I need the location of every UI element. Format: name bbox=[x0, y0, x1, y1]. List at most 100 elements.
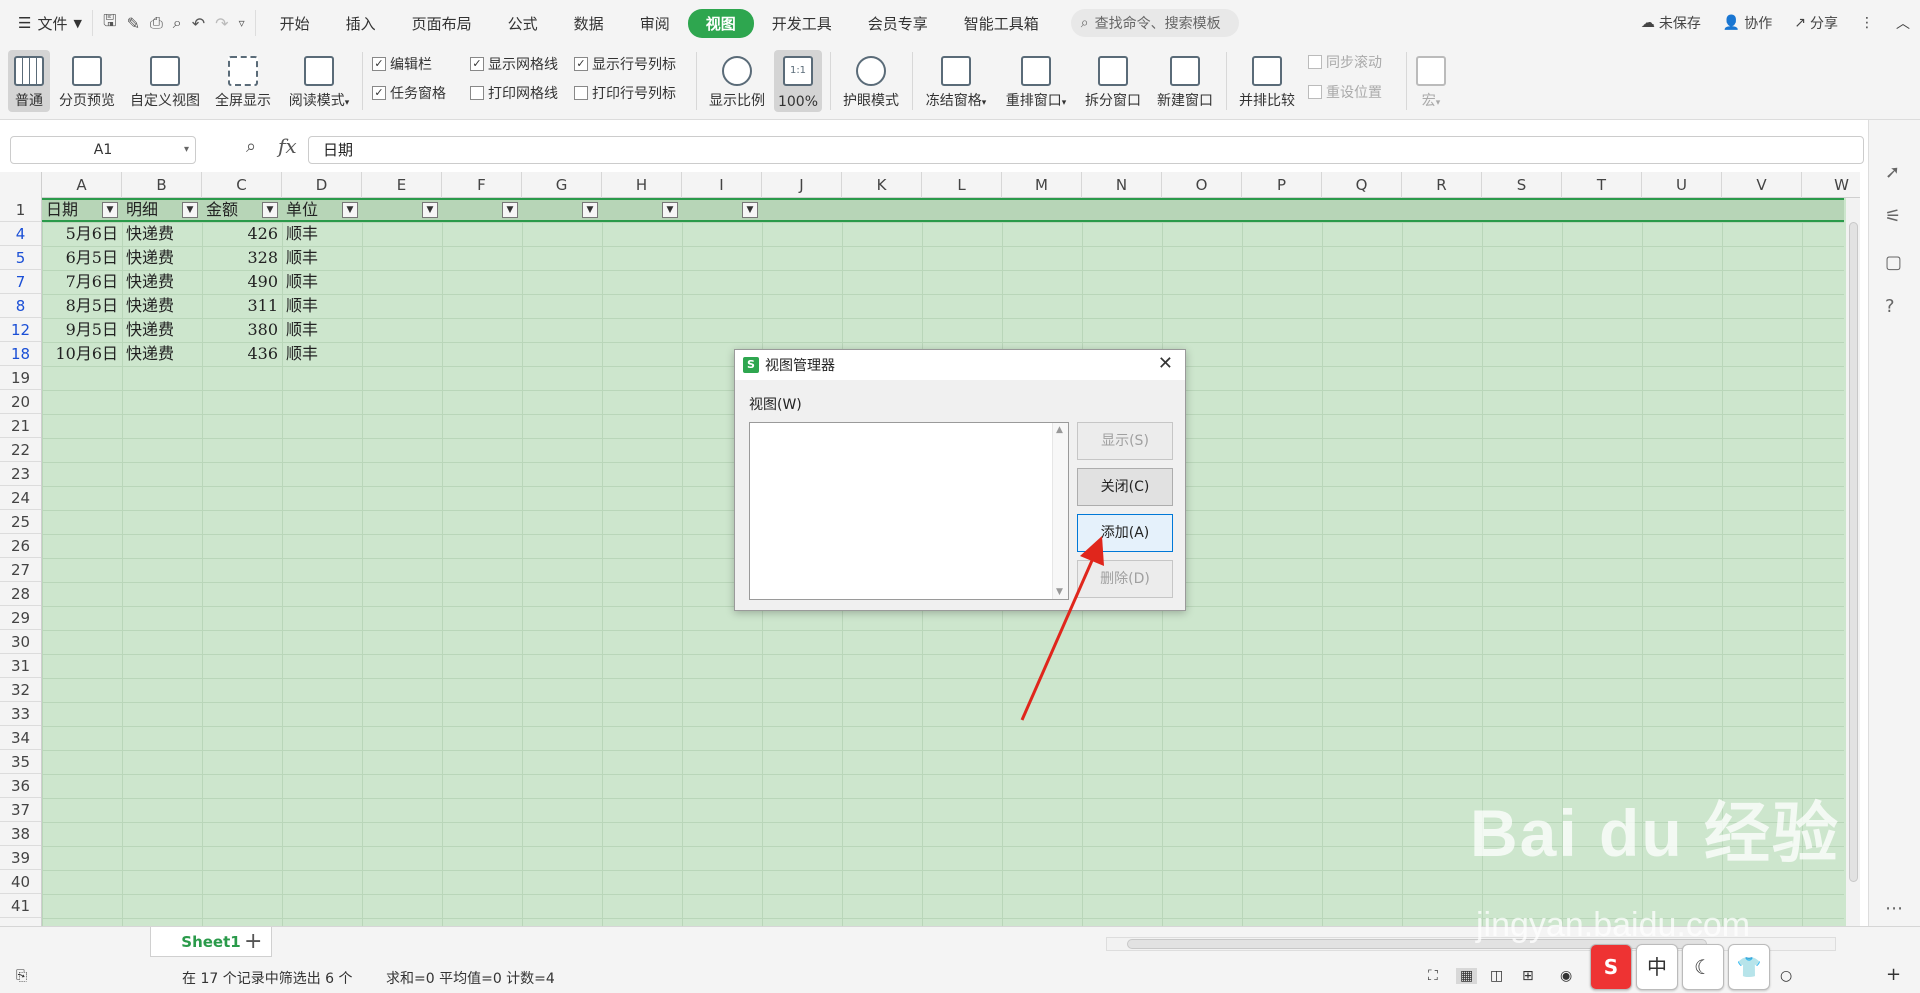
cell-unit[interactable]: 顺丰 bbox=[286, 318, 360, 342]
views-listbox[interactable]: ▲ ▼ bbox=[749, 422, 1069, 600]
row-header[interactable]: 12 bbox=[0, 318, 41, 342]
cell-amount[interactable]: 490 bbox=[202, 270, 278, 294]
task-pane-checkbox[interactable]: ✓ 任务窗格 bbox=[372, 83, 446, 103]
cell-date[interactable]: 8月5日 bbox=[42, 294, 118, 318]
row-header[interactable]: 40 bbox=[0, 870, 41, 894]
row-header[interactable]: 18 bbox=[0, 342, 41, 366]
file-menu[interactable]: ☰ 文件 ▼ bbox=[0, 13, 92, 34]
close-icon[interactable]: ✕ bbox=[1158, 353, 1173, 374]
add-button[interactable]: 添加(A) bbox=[1077, 514, 1173, 552]
custom-view-button[interactable]: 自定义视图 bbox=[124, 50, 206, 112]
cell-detail[interactable]: 快递费 bbox=[126, 222, 200, 246]
column-header-t[interactable]: T bbox=[1562, 172, 1642, 198]
print-headers-checkbox[interactable]: 打印行号列标 bbox=[574, 83, 676, 103]
column-header-b[interactable]: B bbox=[122, 172, 202, 198]
cell-date[interactable]: 7月6日 bbox=[42, 270, 118, 294]
tab-insert[interactable]: 插入 bbox=[328, 9, 394, 38]
zoom-slider-icon[interactable]: ○ bbox=[1780, 968, 1792, 984]
row-header[interactable]: 7 bbox=[0, 270, 41, 294]
add-sheet-icon[interactable]: + bbox=[244, 929, 262, 954]
collapse-ribbon-icon[interactable]: ︿ bbox=[1896, 13, 1910, 33]
tab-formulas[interactable]: 公式 bbox=[490, 9, 556, 38]
filter-active-icon[interactable]: ▼ bbox=[182, 202, 198, 218]
row-header[interactable]: 41 bbox=[0, 894, 41, 918]
cell-amount[interactable]: 426 bbox=[202, 222, 278, 246]
row-header[interactable]: 24 bbox=[0, 486, 41, 510]
filter-dropdown-icon[interactable]: ▼ bbox=[342, 202, 358, 218]
vertical-scrollbar[interactable] bbox=[1846, 198, 1860, 926]
column-header-a[interactable]: A bbox=[42, 172, 122, 198]
row-header[interactable]: 23 bbox=[0, 462, 41, 486]
row-header[interactable]: 19 bbox=[0, 366, 41, 390]
more-icon[interactable]: ⋮ bbox=[1860, 15, 1874, 31]
column-header-e[interactable]: E bbox=[362, 172, 442, 198]
filter-dropdown-icon[interactable]: ▼ bbox=[262, 202, 278, 218]
compare-side-by-side-button[interactable]: 并排比较 bbox=[1234, 50, 1300, 112]
tab-review[interactable]: 审阅 bbox=[622, 9, 688, 38]
column-header-w[interactable]: W bbox=[1802, 172, 1860, 198]
cell-date[interactable]: 5月6日 bbox=[42, 222, 118, 246]
tab-data[interactable]: 数据 bbox=[556, 9, 622, 38]
column-header-g[interactable]: G bbox=[522, 172, 602, 198]
row-header[interactable]: 1 bbox=[0, 198, 41, 222]
edit-bar-checkbox[interactable]: ✓ 编辑栏 bbox=[372, 54, 432, 74]
column-header-h[interactable]: H bbox=[602, 172, 682, 198]
tab-home[interactable]: 开始 bbox=[262, 9, 328, 38]
unsaved-button[interactable]: ☁ 未保存 bbox=[1641, 13, 1701, 33]
scroll-up-icon[interactable]: ▲ bbox=[1056, 425, 1063, 435]
name-box[interactable]: A1 ▾ bbox=[10, 136, 196, 164]
macro-record-icon[interactable]: ⎘ bbox=[16, 968, 27, 984]
filter-dropdown-icon[interactable]: ▼ bbox=[102, 202, 118, 218]
split-window-button[interactable]: 拆分窗口 bbox=[1080, 50, 1146, 112]
function-icon[interactable]: fx bbox=[278, 134, 297, 158]
row-header[interactable]: 33 bbox=[0, 702, 41, 726]
reading-mode-button[interactable]: 阅读模式▾ bbox=[282, 50, 356, 112]
row-header[interactable]: 20 bbox=[0, 390, 41, 414]
filter-dropdown-icon[interactable]: ▼ bbox=[502, 202, 518, 218]
scroll-thumb[interactable] bbox=[1849, 222, 1858, 882]
cell-date[interactable]: 9月5日 bbox=[42, 318, 118, 342]
header-cell[interactable]: 日期 bbox=[46, 198, 106, 222]
row-header[interactable]: 31 bbox=[0, 654, 41, 678]
cell-detail[interactable]: 快递费 bbox=[126, 246, 200, 270]
column-header-u[interactable]: U bbox=[1642, 172, 1722, 198]
row-header[interactable]: 30 bbox=[0, 630, 41, 654]
tab-view[interactable]: 视图 bbox=[687, 8, 754, 38]
skin-icon[interactable]: 👕 bbox=[1728, 944, 1770, 990]
freeze-panes-button[interactable]: 冻结窗格▾ bbox=[920, 50, 992, 112]
column-header-j[interactable]: J bbox=[762, 172, 842, 198]
fullscreen-button[interactable]: 全屏显示 bbox=[210, 50, 276, 112]
select-cursor-icon[interactable]: ➚ bbox=[1885, 162, 1900, 183]
column-header-f[interactable]: F bbox=[442, 172, 522, 198]
help-icon[interactable]: ? bbox=[1885, 296, 1895, 317]
row-header[interactable]: 35 bbox=[0, 750, 41, 774]
column-header-d[interactable]: D bbox=[282, 172, 362, 198]
collab-button[interactable]: 👤 协作 bbox=[1723, 13, 1772, 33]
cell-unit[interactable]: 顺丰 bbox=[286, 294, 360, 318]
print-preview-icon[interactable]: ⌕ bbox=[173, 13, 182, 33]
print-icon[interactable]: ⎙ bbox=[150, 13, 163, 33]
select-all-corner[interactable] bbox=[0, 172, 42, 198]
header-cell[interactable]: 单位 bbox=[286, 198, 346, 222]
cell-amount[interactable]: 328 bbox=[202, 246, 278, 270]
normal-view-button[interactable]: 普通 bbox=[8, 50, 50, 112]
tab-member[interactable]: 会员专享 bbox=[850, 9, 946, 38]
sliders-icon[interactable]: ⚟ bbox=[1885, 206, 1901, 227]
row-header[interactable]: 32 bbox=[0, 678, 41, 702]
show-gridlines-checkbox[interactable]: ✓ 显示网格线 bbox=[470, 54, 558, 74]
shape-icon[interactable]: ▢ bbox=[1885, 252, 1902, 273]
column-header-k[interactable]: K bbox=[842, 172, 922, 198]
macro-button[interactable]: 宏▾ bbox=[1414, 50, 1448, 112]
row-header[interactable]: 38 bbox=[0, 822, 41, 846]
tab-smart-tools[interactable]: 智能工具箱 bbox=[946, 9, 1057, 38]
column-header-c[interactable]: C bbox=[202, 172, 282, 198]
row-header[interactable]: 37 bbox=[0, 798, 41, 822]
show-headers-checkbox[interactable]: ✓ 显示行号列标 bbox=[574, 54, 676, 74]
fullscreen-icon[interactable]: ⛶ bbox=[1428, 968, 1438, 984]
ime-chinese-button[interactable]: 中 bbox=[1636, 944, 1678, 990]
zoom-100-button[interactable]: 1:1 100% bbox=[774, 50, 822, 112]
row-header[interactable]: 8 bbox=[0, 294, 41, 318]
cell-detail[interactable]: 快递费 bbox=[126, 318, 200, 342]
row-header[interactable]: 21 bbox=[0, 414, 41, 438]
moon-icon[interactable]: ☾ bbox=[1682, 944, 1724, 990]
